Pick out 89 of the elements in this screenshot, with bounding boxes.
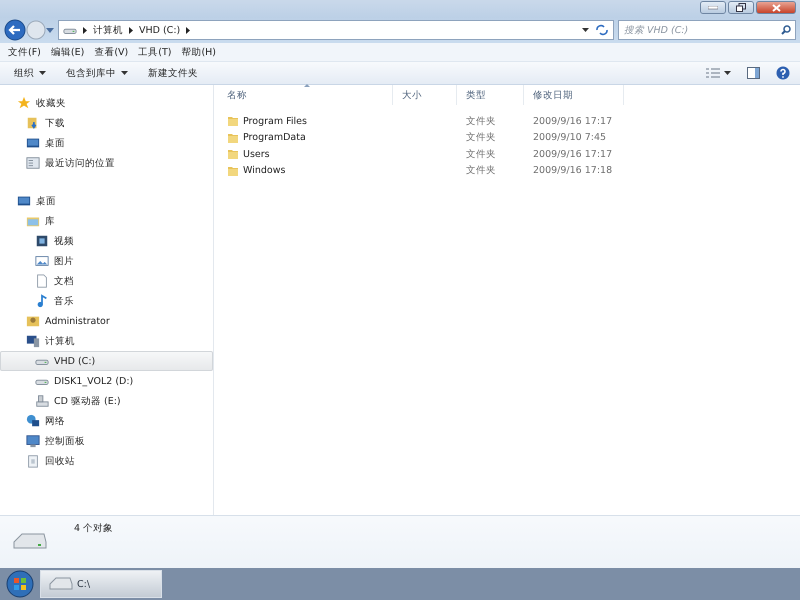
music-note-icon bbox=[35, 294, 49, 308]
menu-item[interactable]: 编辑(E) bbox=[46, 44, 88, 60]
search-field[interactable]: 搜索 VHD (C:) bbox=[618, 20, 796, 40]
file-type: 文件夹 bbox=[465, 114, 497, 128]
sidebar-item[interactable]: 网络 bbox=[0, 411, 213, 431]
picture-icon bbox=[35, 254, 49, 268]
breadcrumb-arrow-icon[interactable] bbox=[186, 26, 190, 34]
folder-icon bbox=[227, 115, 239, 128]
sidebar-item[interactable]: 视频 bbox=[0, 231, 213, 251]
restore-button[interactable] bbox=[728, 1, 754, 14]
folder-icon bbox=[227, 148, 239, 160]
cd-drive-icon bbox=[35, 394, 49, 408]
sidebar-item[interactable]: 音乐 bbox=[0, 291, 213, 311]
network-icon bbox=[26, 414, 40, 428]
file-name[interactable]: Program Files bbox=[243, 116, 307, 127]
computer-icon bbox=[26, 334, 40, 348]
desktop-icon bbox=[17, 194, 31, 208]
sidebar-item[interactable]: 文档 bbox=[0, 271, 213, 291]
breadcrumb-arrow-icon[interactable] bbox=[129, 26, 133, 34]
toolbar-button[interactable]: 组织 bbox=[6, 64, 54, 82]
recycle-bin-icon bbox=[26, 454, 40, 468]
sidebar-item[interactable]: 回收站 bbox=[0, 451, 213, 471]
caret-icon bbox=[724, 71, 731, 75]
restore-icon bbox=[736, 3, 746, 12]
column-header[interactable]: 名称 bbox=[218, 85, 393, 105]
close-button[interactable] bbox=[756, 1, 796, 14]
sidebar-item[interactable]: 桌面 bbox=[0, 133, 213, 153]
file-type: 文件夹 bbox=[465, 164, 497, 178]
breadcrumb[interactable]: 计算机 bbox=[93, 24, 123, 36]
sidebar-item[interactable]: Administrator bbox=[0, 311, 213, 331]
sidebar-item[interactable]: VHD (C:) bbox=[0, 351, 213, 371]
sidebar-item[interactable]: 桌面 bbox=[0, 191, 213, 211]
file-name[interactable]: Users bbox=[243, 148, 270, 160]
modified-date: 2009/9/10 7:45 bbox=[532, 132, 608, 144]
folder-icon bbox=[227, 164, 239, 177]
folder-icon bbox=[227, 132, 239, 144]
search-icon[interactable] bbox=[781, 25, 791, 35]
sidebar-item[interactable]: 计算机 bbox=[0, 331, 213, 351]
caret-icon bbox=[582, 28, 589, 32]
column-header[interactable]: 类型 bbox=[457, 85, 524, 105]
user-folder-icon bbox=[26, 314, 40, 328]
breadcrumb-arrow-icon[interactable] bbox=[83, 26, 87, 34]
history-dropdown-icon[interactable] bbox=[46, 28, 54, 32]
sidebar-item[interactable]: 图片 bbox=[0, 251, 213, 271]
sort-arrow-icon bbox=[304, 84, 310, 87]
minimize-icon bbox=[708, 6, 718, 10]
column-header[interactable]: 修改日期 bbox=[524, 85, 624, 105]
modified-date: 2009/9/16 17:17 bbox=[532, 116, 614, 127]
taskbar-window-button[interactable]: C:\ bbox=[40, 570, 162, 598]
sidebar-item[interactable]: 最近访问的位置 bbox=[0, 153, 213, 173]
document-icon bbox=[35, 274, 49, 288]
recent-places-icon bbox=[26, 156, 40, 170]
refresh-icon[interactable] bbox=[595, 24, 609, 36]
start-button-icon[interactable] bbox=[6, 570, 34, 598]
file-name[interactable]: ProgramData bbox=[243, 132, 306, 144]
item-count: 4 个对象 bbox=[74, 522, 114, 536]
sidebar-item[interactable]: 收藏夹 bbox=[0, 93, 213, 113]
help-icon[interactable] bbox=[776, 66, 790, 80]
drive-icon bbox=[49, 577, 73, 591]
caret-icon bbox=[121, 71, 128, 75]
menu-item[interactable]: 查看(V) bbox=[90, 44, 132, 60]
star-icon bbox=[17, 96, 31, 110]
menu-item[interactable]: 帮助(H) bbox=[177, 44, 220, 60]
desktop-icon bbox=[26, 136, 40, 150]
file-type: 文件夹 bbox=[465, 148, 497, 161]
modified-date: 2009/9/16 17:18 bbox=[532, 165, 614, 176]
toolbar-button[interactable]: 包含到库中 bbox=[58, 64, 136, 82]
control-panel-icon bbox=[26, 434, 40, 448]
sidebar-item[interactable]: 控制面板 bbox=[0, 431, 213, 451]
breadcrumb[interactable]: VHD (C:) bbox=[139, 24, 180, 36]
close-icon bbox=[772, 4, 780, 12]
back-button-icon[interactable] bbox=[4, 19, 26, 41]
minimize-button[interactable] bbox=[700, 1, 726, 14]
video-icon bbox=[35, 234, 49, 248]
caret-icon bbox=[39, 71, 46, 75]
sidebar-item[interactable]: CD 驱动器 (E:) bbox=[0, 391, 213, 411]
file-type: 文件夹 bbox=[465, 131, 497, 144]
menu-item[interactable]: 工具(T) bbox=[134, 44, 176, 60]
sidebar-item[interactable]: 库 bbox=[0, 211, 213, 231]
preview-pane-icon[interactable] bbox=[747, 67, 760, 79]
address-bar[interactable]: 计算机 VHD (C:) bbox=[58, 20, 614, 40]
modified-date: 2009/9/16 17:17 bbox=[532, 148, 614, 160]
file-name[interactable]: Windows bbox=[243, 165, 286, 176]
sidebar-item[interactable]: 下载 bbox=[0, 113, 213, 133]
menu-item[interactable]: 文件(F) bbox=[4, 44, 45, 60]
column-header[interactable]: 大小 bbox=[393, 85, 457, 105]
view-options-icon[interactable] bbox=[706, 68, 720, 78]
sidebar-item[interactable]: DISK1_VOL2 (D:) bbox=[0, 371, 213, 391]
toolbar-button[interactable]: 新建文件夹 bbox=[140, 64, 206, 82]
